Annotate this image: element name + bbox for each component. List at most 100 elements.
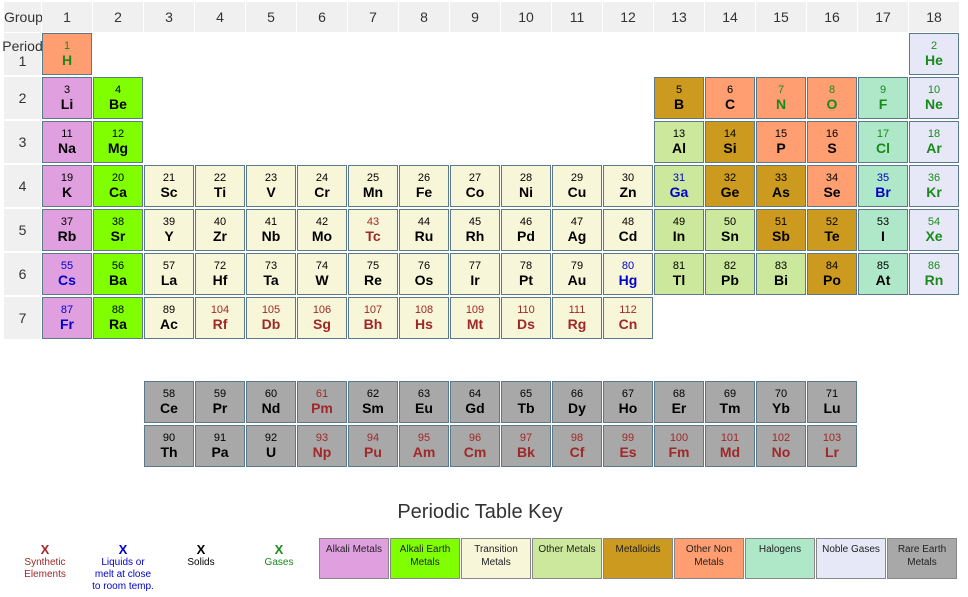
element-er[interactable]: 68 Er xyxy=(654,381,704,423)
element-pm[interactable]: 61 Pm xyxy=(297,381,347,423)
element-ca[interactable]: 20 Ca xyxy=(93,165,143,207)
element-fm[interactable]: 100 Fm xyxy=(654,425,704,467)
element-yb[interactable]: 70 Yb xyxy=(756,381,806,423)
element-ta[interactable]: 73 Ta xyxy=(246,253,296,295)
element-k[interactable]: 19 K xyxy=(42,165,92,207)
element-ga[interactable]: 31 Ga xyxy=(654,165,704,207)
element-w[interactable]: 74 W xyxy=(297,253,347,295)
element-kr[interactable]: 36 Kr xyxy=(909,165,959,207)
element-sr[interactable]: 38 Sr xyxy=(93,209,143,251)
element-hg[interactable]: 80 Hg xyxy=(603,253,653,295)
element-te[interactable]: 52 Te xyxy=(807,209,857,251)
element-fr[interactable]: 87 Fr xyxy=(42,297,92,339)
element-pu[interactable]: 94 Pu xyxy=(348,425,398,467)
element-ar[interactable]: 18 Ar xyxy=(909,121,959,163)
element-cr[interactable]: 24 Cr xyxy=(297,165,347,207)
element-db[interactable]: 105 Db xyxy=(246,297,296,339)
element-ne[interactable]: 10 Ne xyxy=(909,77,959,119)
element-bi[interactable]: 83 Bi xyxy=(756,253,806,295)
element-sg[interactable]: 106 Sg xyxy=(297,297,347,339)
element-o[interactable]: 8O xyxy=(807,77,857,119)
element-he[interactable]: 2 He xyxy=(909,33,959,75)
element-cd[interactable]: 48 Cd xyxy=(603,209,653,251)
element-ir[interactable]: 77 Ir xyxy=(450,253,500,295)
element-u[interactable]: 92 U xyxy=(246,425,296,467)
element-al[interactable]: 13 Al xyxy=(654,121,704,163)
element-cm[interactable]: 96 Cm xyxy=(450,425,500,467)
element-cf[interactable]: 98 Cf xyxy=(552,425,602,467)
element-f[interactable]: 9F xyxy=(858,77,908,119)
element-mn[interactable]: 25 Mn xyxy=(348,165,398,207)
element-tl[interactable]: 81 Tl xyxy=(654,253,704,295)
element-cl[interactable]: 17 Cl xyxy=(858,121,908,163)
element-rn[interactable]: 86 Rn xyxy=(909,253,959,295)
element-au[interactable]: 79 Au xyxy=(552,253,602,295)
element-si[interactable]: 14 Si xyxy=(705,121,755,163)
element-ge[interactable]: 32 Ge xyxy=(705,165,755,207)
element-ce[interactable]: 58 Ce xyxy=(144,381,194,423)
element-po[interactable]: 84 Po xyxy=(807,253,857,295)
element-cs[interactable]: 55 Cs xyxy=(42,253,92,295)
element-na[interactable]: 11 Na xyxy=(42,121,92,163)
element-ra[interactable]: 88 Ra xyxy=(93,297,143,339)
element-br[interactable]: 35 Br xyxy=(858,165,908,207)
element-es[interactable]: 99 Es xyxy=(603,425,653,467)
element-mo[interactable]: 42 Mo xyxy=(297,209,347,251)
element-pa[interactable]: 91 Pa xyxy=(195,425,245,467)
element-ru[interactable]: 44 Ru xyxy=(399,209,449,251)
element-p[interactable]: 15 P xyxy=(756,121,806,163)
element-v[interactable]: 23 V xyxy=(246,165,296,207)
element-pd[interactable]: 46 Pd xyxy=(501,209,551,251)
element-nd[interactable]: 60 Nd xyxy=(246,381,296,423)
element-ho[interactable]: 67 Ho xyxy=(603,381,653,423)
element-be[interactable]: 4 Be xyxy=(93,77,143,119)
element-lu[interactable]: 71 Lu xyxy=(807,381,857,423)
element-rf[interactable]: 104 Rf xyxy=(195,297,245,339)
element-bh[interactable]: 107 Bh xyxy=(348,297,398,339)
element-y[interactable]: 39 Y xyxy=(144,209,194,251)
element-sb[interactable]: 51 Sb xyxy=(756,209,806,251)
element-se[interactable]: 34 Se xyxy=(807,165,857,207)
element-fe[interactable]: 26 Fe xyxy=(399,165,449,207)
element-co[interactable]: 27 Co xyxy=(450,165,500,207)
element-li[interactable]: 3 Li xyxy=(42,77,92,119)
element-gd[interactable]: 64 Gd xyxy=(450,381,500,423)
element-zr[interactable]: 40 Zr xyxy=(195,209,245,251)
element-bk[interactable]: 97 Bk xyxy=(501,425,551,467)
element-th[interactable]: 90 Th xyxy=(144,425,194,467)
element-mt[interactable]: 109 Mt xyxy=(450,297,500,339)
element-pt[interactable]: 78 Pt xyxy=(501,253,551,295)
element-hf[interactable]: 72 Hf xyxy=(195,253,245,295)
element-as[interactable]: 33 As xyxy=(756,165,806,207)
element-rb[interactable]: 37 Rb xyxy=(42,209,92,251)
element-i[interactable]: 53 I xyxy=(858,209,908,251)
element-ac[interactable]: 89 Ac xyxy=(144,297,194,339)
element-am[interactable]: 95 Am xyxy=(399,425,449,467)
element-cn[interactable]: 112 Cn xyxy=(603,297,653,339)
element-re[interactable]: 75 Re xyxy=(348,253,398,295)
element-tc[interactable]: 43 Tc xyxy=(348,209,398,251)
element-np[interactable]: 93 Np xyxy=(297,425,347,467)
element-ba[interactable]: 56 Ba xyxy=(93,253,143,295)
element-dy[interactable]: 66 Dy xyxy=(552,381,602,423)
element-c[interactable]: 6C xyxy=(705,77,755,119)
element-hs[interactable]: 108 Hs xyxy=(399,297,449,339)
element-ds[interactable]: 110 Ds xyxy=(501,297,551,339)
element-os[interactable]: 76 Os xyxy=(399,253,449,295)
element-lr[interactable]: 103 Lr xyxy=(807,425,857,467)
element-rh[interactable]: 45 Rh xyxy=(450,209,500,251)
element-b[interactable]: 5B xyxy=(654,77,704,119)
element-no[interactable]: 102 No xyxy=(756,425,806,467)
element-tb[interactable]: 65 Tb xyxy=(501,381,551,423)
element-rg[interactable]: 111 Rg xyxy=(552,297,602,339)
element-n[interactable]: 7N xyxy=(756,77,806,119)
element-md[interactable]: 101 Md xyxy=(705,425,755,467)
element-eu[interactable]: 63 Eu xyxy=(399,381,449,423)
element-ag[interactable]: 47 Ag xyxy=(552,209,602,251)
element-xe[interactable]: 54 Xe xyxy=(909,209,959,251)
element-at[interactable]: 85 At xyxy=(858,253,908,295)
element-sm[interactable]: 62 Sm xyxy=(348,381,398,423)
element-sn[interactable]: 50 Sn xyxy=(705,209,755,251)
element-nb[interactable]: 41 Nb xyxy=(246,209,296,251)
element-la[interactable]: 57 La xyxy=(144,253,194,295)
